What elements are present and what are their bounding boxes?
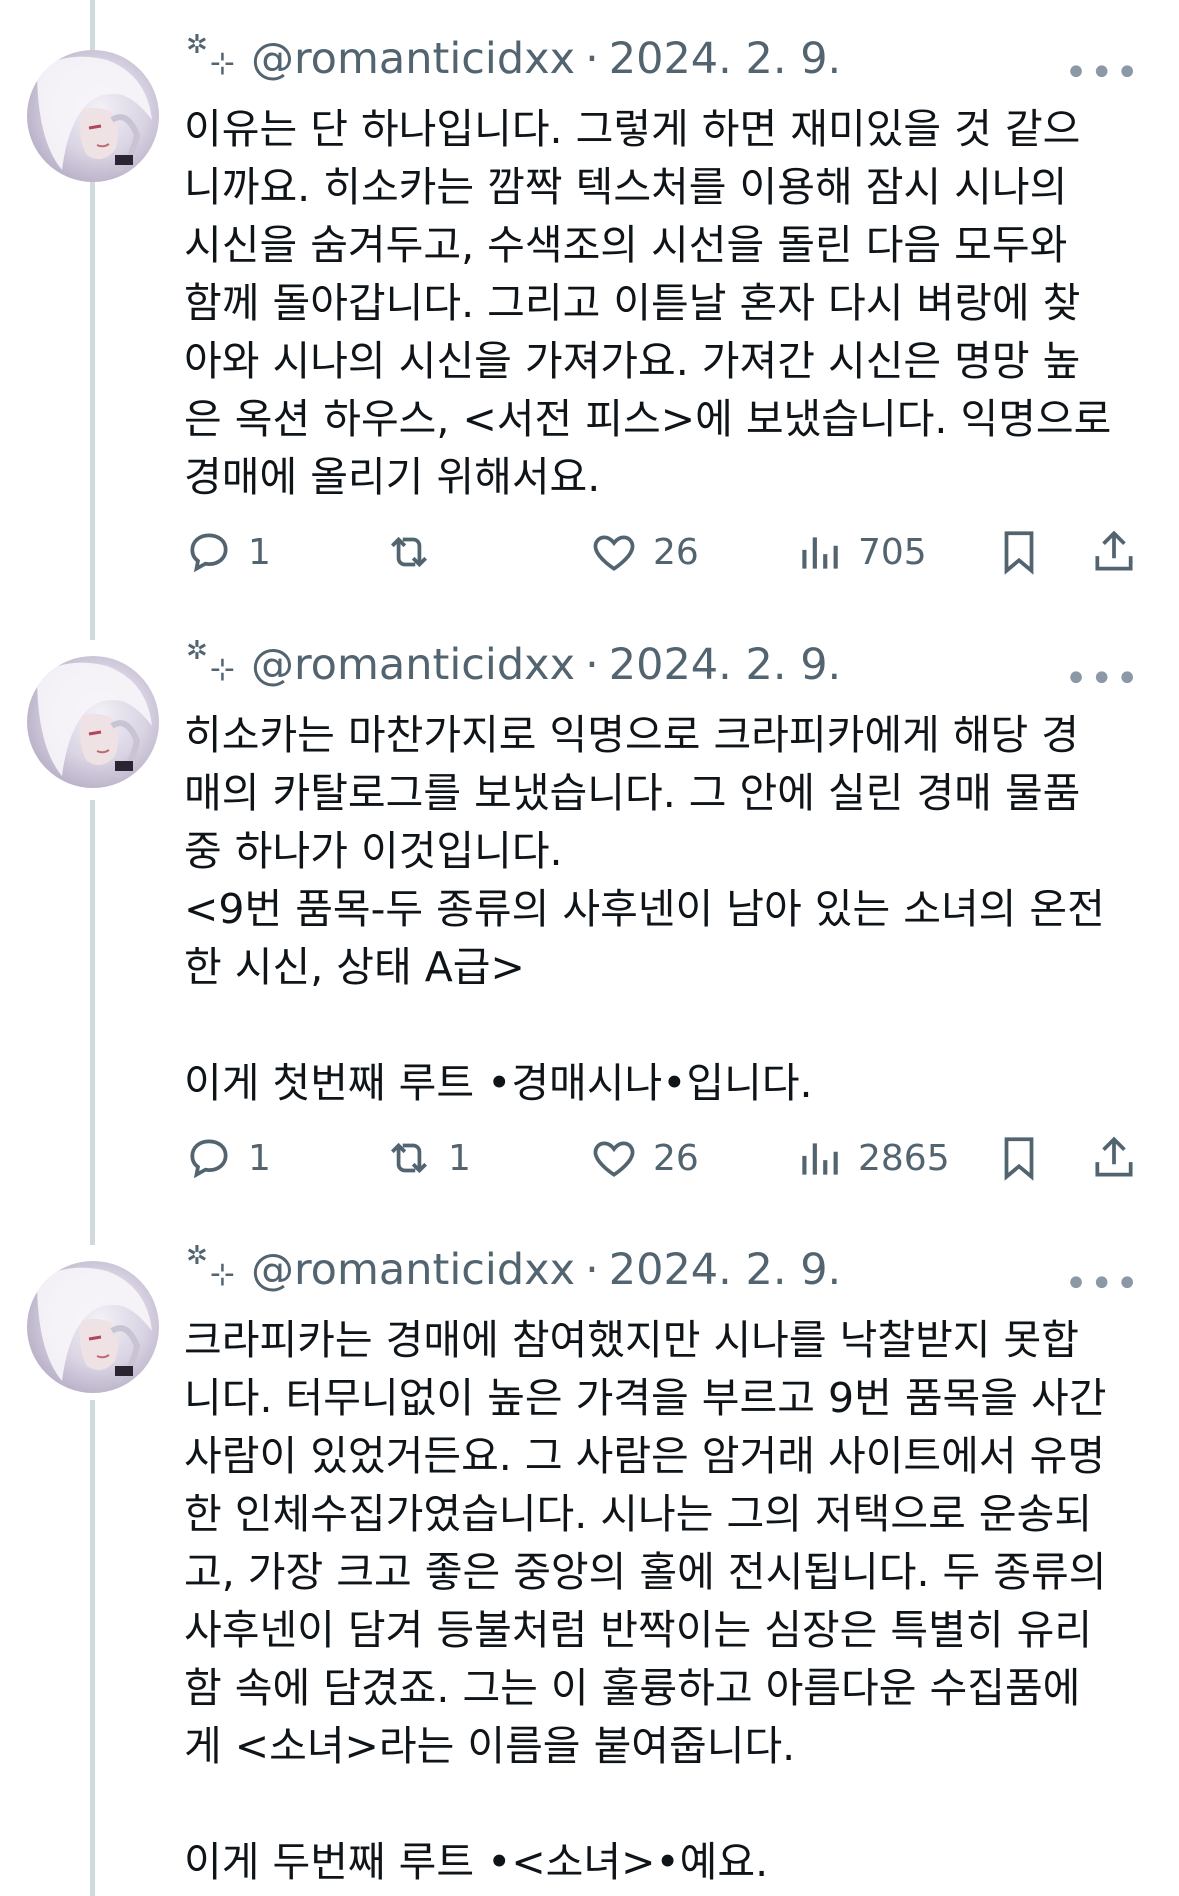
tweet-text: 크라피카는 경매에 참여했지만 시나를 낙찰받지 못합 니다. 터무니없이 높은… xyxy=(184,1316,1107,1886)
sparkle-icon: ✲ xyxy=(186,636,208,666)
bookmark-button[interactable] xyxy=(994,1128,1044,1188)
bookmark-icon xyxy=(1004,1137,1034,1181)
tweet-header: ✲ ⊹ @romanticidxx · 2024. 2. 9. xyxy=(186,30,842,106)
bookmark-button[interactable] xyxy=(994,522,1044,582)
reply-button[interactable]: 1 xyxy=(184,522,271,582)
reply-icon xyxy=(190,533,228,573)
retweet-count: 1 xyxy=(448,1137,471,1179)
tweet-date[interactable]: 2024. 2. 9. xyxy=(609,640,842,690)
retweet-button[interactable] xyxy=(384,522,448,582)
avatar[interactable] xyxy=(27,50,159,182)
views-icon xyxy=(802,537,838,569)
more-icon[interactable]: ••• xyxy=(1064,1261,1141,1307)
separator-dot: · xyxy=(585,640,599,690)
views-count: 2865 xyxy=(858,1137,950,1179)
tweet-actions: 1 1 26 2865 xyxy=(184,1128,1144,1188)
separator-dot: · xyxy=(585,34,599,84)
user-handle[interactable]: @romanticidxx xyxy=(251,1245,575,1295)
avatar[interactable] xyxy=(27,656,159,788)
tweet[interactable]: ✲ ⊹ @romanticidxx · 2024. 2. 9. ••• 이유는 … xyxy=(0,0,1179,600)
tweet[interactable]: ✲ ⊹ @romanticidxx · 2024. 2. 9. ••• 크라피카… xyxy=(0,1211,1179,1896)
sparkle-icon: ⊹ xyxy=(209,1257,235,1292)
tweet-header: ✲ ⊹ @romanticidxx · 2024. 2. 9. xyxy=(186,1241,842,1317)
reply-count: 1 xyxy=(248,1137,271,1179)
tweet-date[interactable]: 2024. 2. 9. xyxy=(609,34,842,84)
sparkle-icon: ✲ xyxy=(186,30,208,60)
tweet-date[interactable]: 2024. 2. 9. xyxy=(609,1245,842,1295)
views-count: 705 xyxy=(858,531,927,573)
like-button[interactable]: 26 xyxy=(589,522,699,582)
retweet-icon xyxy=(391,536,427,568)
sparkle-icon: ⊹ xyxy=(209,46,235,81)
sparkle-icon: ⊹ xyxy=(209,652,235,687)
tweet-text: 이유는 단 하나입니다. 그렇게 하면 재미있을 것 같으 니까요. 히소카는 … xyxy=(184,105,1112,501)
retweet-icon xyxy=(391,1142,427,1174)
reply-icon xyxy=(190,1139,228,1179)
share-icon xyxy=(1095,530,1133,571)
heart-icon xyxy=(593,535,635,571)
more-icon[interactable]: ••• xyxy=(1064,50,1141,96)
reply-count: 1 xyxy=(248,531,271,573)
separator-dot: · xyxy=(585,1245,599,1295)
sparkle-icon: ✲ xyxy=(186,1241,208,1271)
views-button[interactable]: 2865 xyxy=(794,1128,950,1188)
retweet-button[interactable]: 1 xyxy=(384,1128,471,1188)
share-icon xyxy=(1095,1136,1133,1177)
tweet-header: ✲ ⊹ @romanticidxx · 2024. 2. 9. xyxy=(186,636,842,712)
like-count: 26 xyxy=(653,531,699,573)
share-button[interactable] xyxy=(1089,522,1139,582)
avatar[interactable] xyxy=(27,1261,159,1393)
views-button[interactable]: 705 xyxy=(794,522,927,582)
bookmark-icon xyxy=(1004,531,1034,575)
reply-button[interactable]: 1 xyxy=(184,1128,271,1188)
tweet[interactable]: ✲ ⊹ @romanticidxx · 2024. 2. 9. ••• 히소카는… xyxy=(0,606,1179,1206)
tweet-text: 히소카는 마찬가지로 익명으로 크라피카에게 해당 경 매의 카탈로그를 보냈습… xyxy=(184,711,1105,1107)
heart-icon xyxy=(593,1141,635,1177)
like-count: 26 xyxy=(653,1137,699,1179)
more-icon[interactable]: ••• xyxy=(1064,656,1141,702)
views-icon xyxy=(802,1143,838,1175)
user-handle[interactable]: @romanticidxx xyxy=(251,34,575,84)
tweet-actions: 1 26 705 xyxy=(184,522,1144,582)
like-button[interactable]: 26 xyxy=(589,1128,699,1188)
user-handle[interactable]: @romanticidxx xyxy=(251,640,575,690)
share-button[interactable] xyxy=(1089,1128,1139,1188)
